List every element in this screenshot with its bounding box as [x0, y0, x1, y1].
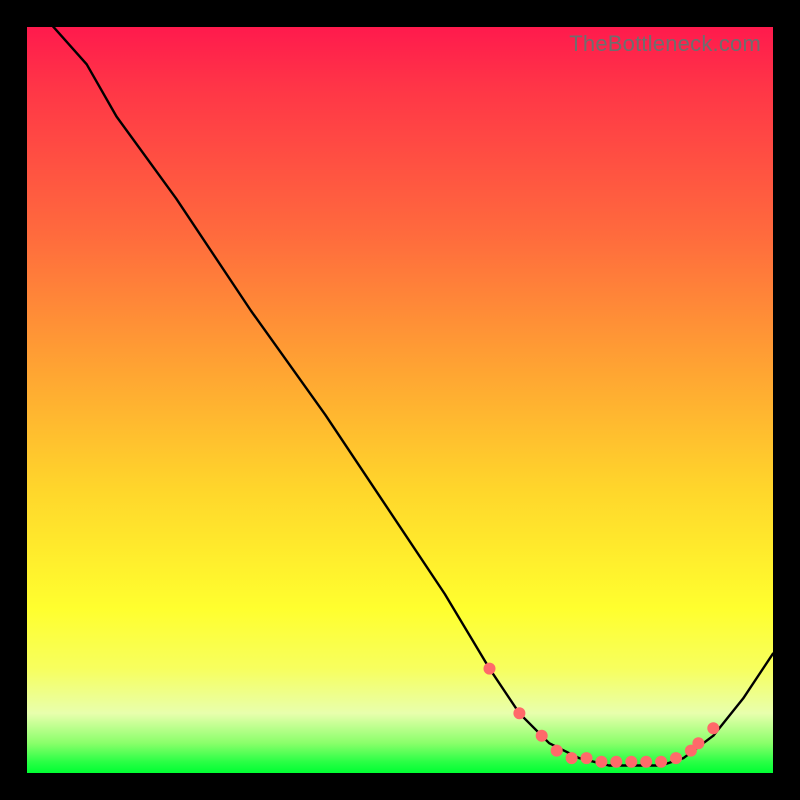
highlight-dot [670, 752, 682, 764]
curve-layer [27, 27, 773, 773]
highlight-dot [610, 756, 622, 768]
chart-frame: TheBottleneck.com [0, 0, 800, 800]
highlight-dot [581, 752, 593, 764]
highlight-dot [655, 756, 667, 768]
highlight-dot [707, 722, 719, 734]
highlight-dot [640, 756, 652, 768]
bottleneck-curve-path [27, 27, 773, 765]
highlight-dots-group [484, 663, 720, 768]
highlight-dot [551, 745, 563, 757]
highlight-dot [513, 707, 525, 719]
plot-area: TheBottleneck.com [27, 27, 773, 773]
highlight-dot [595, 756, 607, 768]
highlight-dot [536, 730, 548, 742]
highlight-dot [692, 737, 704, 749]
highlight-dot [625, 756, 637, 768]
highlight-dot [566, 752, 578, 764]
highlight-dot [484, 663, 496, 675]
